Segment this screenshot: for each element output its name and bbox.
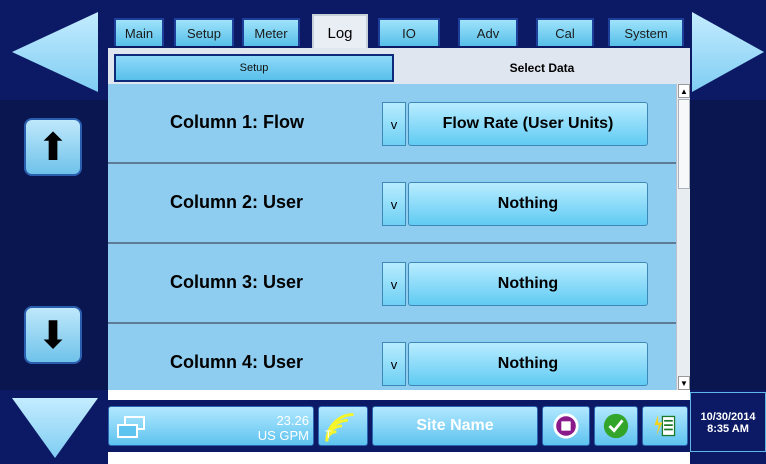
list-item: Column 4: User v Nothing: [108, 324, 676, 390]
subtab-select-data[interactable]: Select Data: [400, 54, 684, 82]
subtab-setup[interactable]: Setup: [114, 54, 394, 82]
list-item: Column 1: Flow v Flow Rate (User Units): [108, 84, 676, 164]
list-item: Column 3: User v Nothing: [108, 244, 676, 324]
flow-unit: US GPM: [257, 428, 309, 443]
flow-value: 23.26: [276, 413, 309, 428]
screen: ⬆ ⬇ Main Setup Meter Log IO Adv Cal Syst…: [0, 0, 766, 464]
status-bar: 23.26 US GPM T Site Name: [108, 400, 690, 452]
status-ok-button[interactable]: [594, 406, 638, 446]
scroll-up-button[interactable]: ⬆: [24, 118, 82, 176]
stop-icon: [553, 413, 579, 439]
log-button[interactable]: [642, 406, 688, 446]
stop-button[interactable]: [542, 406, 590, 446]
column-list: Column 1: Flow v Flow Rate (User Units) …: [108, 84, 676, 390]
tab-log[interactable]: Log: [312, 14, 368, 50]
row-label: Column 2: User: [170, 192, 304, 212]
tab-cal[interactable]: Cal: [536, 18, 594, 46]
scrollbar-thumb[interactable]: [678, 99, 690, 189]
value-button[interactable]: Nothing: [408, 182, 648, 226]
window-icon: [117, 416, 145, 438]
dropdown-toggle-button[interactable]: v: [382, 342, 406, 386]
value-button[interactable]: Flow Rate (User Units): [408, 102, 648, 146]
down-arrow-icon: ⬇: [37, 313, 69, 357]
tab-bar: Main Setup Meter Log IO Adv Cal System: [108, 0, 690, 50]
scrollbar-down-arrow-icon[interactable]: ▼: [678, 376, 690, 390]
site-name[interactable]: Site Name: [372, 406, 538, 446]
date-text: 10/30/2014: [700, 411, 756, 423]
row-label: Column 4: User: [170, 352, 304, 372]
dropdown-toggle-button[interactable]: v: [382, 262, 406, 306]
scroll-down-button[interactable]: ⬇: [24, 306, 82, 364]
signal-label: T: [325, 429, 332, 441]
row-label: Column 3: User: [170, 272, 304, 292]
log-icon: [654, 414, 676, 437]
dropdown-toggle-button[interactable]: v: [382, 102, 406, 146]
row-label: Column 1: Flow: [170, 112, 304, 132]
tab-system[interactable]: System: [608, 18, 684, 46]
tab-adv[interactable]: Adv: [458, 18, 518, 46]
time-text: 8:35 AM: [707, 423, 749, 435]
value-button[interactable]: Nothing: [408, 262, 648, 306]
scrollbar[interactable]: ▲ ▼: [676, 84, 690, 390]
main-panel: Setup Select Data Column 1: Flow v Flow …: [108, 48, 690, 390]
value-button[interactable]: Nothing: [408, 342, 648, 386]
list-item: Column 2: User v Nothing: [108, 164, 676, 244]
right-panel-middle: [690, 100, 766, 390]
tab-io[interactable]: IO: [378, 18, 440, 46]
dropdown-toggle-button[interactable]: v: [382, 182, 406, 226]
tab-main[interactable]: Main: [114, 18, 164, 46]
scrollbar-up-arrow-icon[interactable]: ▲: [678, 84, 690, 98]
flow-display[interactable]: 23.26 US GPM: [108, 406, 314, 446]
date-time-display: 10/30/2014 8:35 AM: [690, 392, 766, 452]
check-icon: [603, 413, 629, 439]
signal-button[interactable]: T: [318, 406, 368, 446]
up-arrow-icon: ⬆: [37, 125, 69, 169]
tab-meter[interactable]: Meter: [242, 18, 300, 46]
tab-setup[interactable]: Setup: [174, 18, 234, 46]
